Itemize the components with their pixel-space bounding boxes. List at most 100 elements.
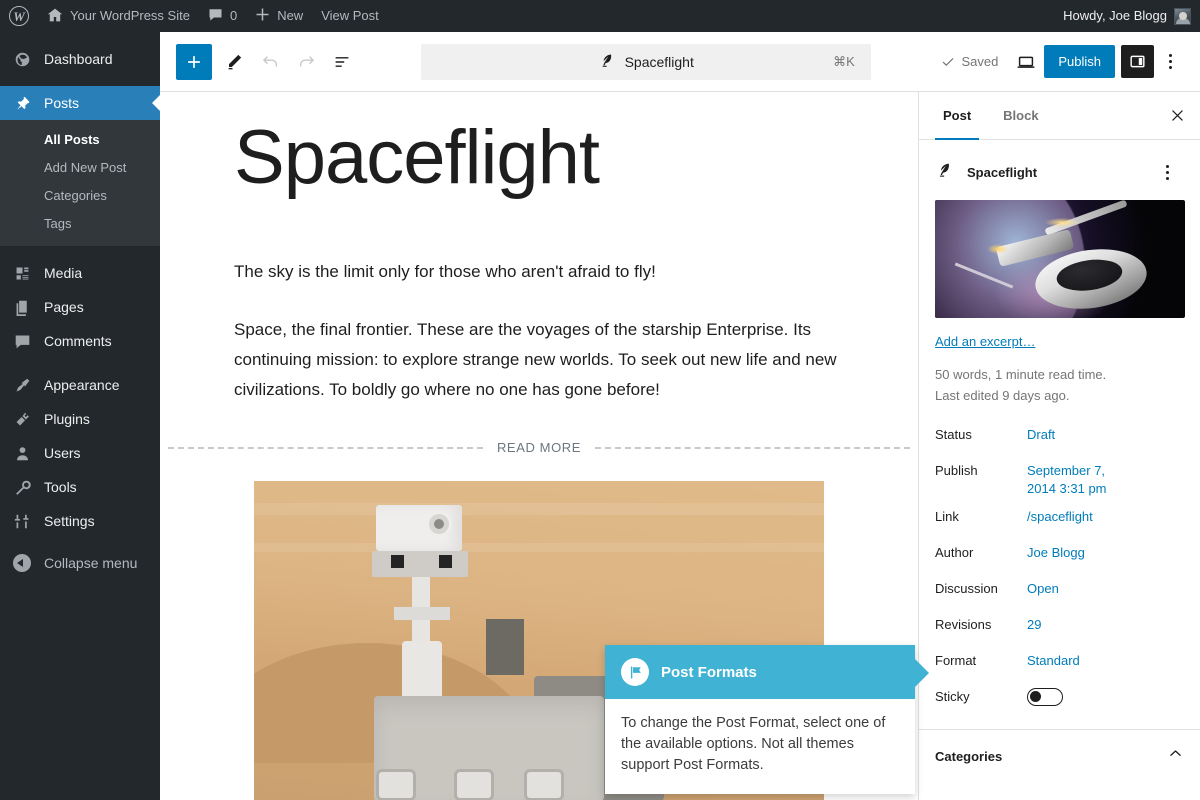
- settings-sidebar-toggle-button[interactable]: [1120, 45, 1154, 78]
- command-center-button[interactable]: Spaceflight ⌘K: [420, 43, 871, 80]
- plus-icon: [255, 7, 270, 25]
- categories-panel-header[interactable]: Categories: [919, 728, 1200, 783]
- redo-button[interactable]: [288, 44, 324, 80]
- admin-bar: W Your WordPress Site 0 New View Post Ho…: [0, 0, 1200, 32]
- close-icon: [1171, 110, 1183, 121]
- sidebar-item-label: Tools: [44, 479, 77, 495]
- undo-arrow-icon: [262, 56, 277, 67]
- sidebar-item-pages[interactable]: Pages: [0, 290, 160, 324]
- undo-button[interactable]: [252, 44, 288, 80]
- meta-label: Revisions: [935, 616, 992, 632]
- tab-block[interactable]: Block: [987, 92, 1054, 139]
- sidebar-item-appearance[interactable]: Appearance: [0, 368, 160, 402]
- sticky-toggle[interactable]: [1027, 687, 1063, 706]
- account-menu[interactable]: Howdy, Joe Blogg: [1054, 0, 1200, 32]
- sidebar-item-media[interactable]: Media: [0, 256, 160, 290]
- paragraph-block-1[interactable]: The sky is the limit only for those who …: [234, 257, 844, 287]
- rover-wheel: [454, 769, 494, 800]
- pages-icon: [12, 299, 32, 316]
- submenu-item-all-posts[interactable]: All Posts: [0, 126, 160, 154]
- admin-sidebar-menu: Dashboard Posts All Posts Add New Post C…: [0, 32, 160, 800]
- sky-band: [254, 543, 824, 553]
- kebab-menu-icon: [1169, 66, 1173, 69]
- post-format-button[interactable]: Standard: [1027, 652, 1184, 670]
- post-stats: 50 words, 1 minute read time. Last edite…: [935, 365, 1184, 407]
- author-button[interactable]: Joe Blogg: [1027, 544, 1184, 562]
- submenu-item-add-new-post[interactable]: Add New Post: [0, 154, 160, 182]
- close-sidebar-button[interactable]: [1154, 92, 1200, 139]
- preview-button[interactable]: [1008, 44, 1044, 80]
- meta-row-discussion: Discussion Open: [935, 575, 1184, 611]
- wordpress-feather-icon: [935, 161, 953, 184]
- ship-engine-glow: [987, 244, 1009, 254]
- revisions-button[interactable]: 29: [1027, 616, 1184, 634]
- add-block-button[interactable]: [176, 43, 212, 80]
- sidebar-item-tools[interactable]: Tools: [0, 470, 160, 504]
- view-post-button[interactable]: View Post: [312, 0, 388, 32]
- avatar: [1174, 7, 1191, 25]
- publish-date-button[interactable]: September 7, 2014 3:31 pm: [1027, 462, 1123, 498]
- wordpress-logo-button[interactable]: W: [0, 0, 38, 32]
- new-label: New: [277, 8, 304, 23]
- site-name-button[interactable]: Your WordPress Site: [38, 0, 199, 32]
- more-block-label: READ MORE: [496, 440, 582, 456]
- meta-row-sticky: Sticky: [935, 683, 1184, 719]
- sidebar-item-users[interactable]: Users: [0, 436, 160, 470]
- sidebar-item-label: Settings: [44, 513, 95, 529]
- command-center-shortcut: ⌘K: [833, 53, 855, 69]
- sidebar-item-settings[interactable]: Settings: [0, 504, 160, 538]
- add-excerpt-link[interactable]: Add an excerpt…: [935, 334, 1035, 349]
- editor-options-button[interactable]: [1154, 44, 1188, 80]
- post-title-input[interactable]: Spaceflight: [234, 114, 844, 201]
- status-value-button[interactable]: Draft: [1027, 426, 1184, 444]
- saved-status[interactable]: Saved: [931, 54, 1008, 69]
- sidebar-item-label: Media: [44, 265, 83, 281]
- sidebar-panel-icon: [1130, 55, 1145, 68]
- document-overview-button[interactable]: [324, 44, 360, 80]
- rover-collar: [394, 607, 450, 621]
- more-block[interactable]: READ MORE: [168, 440, 911, 456]
- collapse-menu-button[interactable]: Collapse menu: [0, 546, 160, 580]
- sidebar-item-label: Posts: [44, 95, 80, 111]
- tab-post[interactable]: Post: [927, 92, 987, 140]
- featured-image[interactable]: [935, 200, 1185, 318]
- meta-row-format: Format Standard: [935, 647, 1184, 683]
- post-summary-row: Spaceflight: [935, 148, 1184, 196]
- sidebar-item-posts[interactable]: Posts: [0, 86, 160, 120]
- check-icon: [943, 57, 954, 66]
- sidebar-item-dashboard[interactable]: Dashboard: [0, 42, 160, 76]
- rover-plate: [486, 619, 524, 676]
- sidebar-item-plugins[interactable]: Plugins: [0, 402, 160, 436]
- submenu-item-tags[interactable]: Tags: [0, 210, 160, 238]
- more-rule-right: [595, 446, 911, 449]
- document-overview-icon: [335, 56, 349, 67]
- tools-edit-button[interactable]: [216, 44, 252, 80]
- site-name-label: Your WordPress Site: [70, 8, 190, 23]
- post-actions-button[interactable]: [1150, 154, 1184, 190]
- permalink-button[interactable]: /spaceflight: [1027, 508, 1184, 526]
- paragraph-block-2[interactable]: Space, the final frontier. These are the…: [234, 315, 844, 404]
- ship-engine-glow: [1045, 218, 1079, 227]
- settings-sidebar: Post Block Spaceflight Add an excerpt… 5…: [918, 92, 1200, 800]
- discussion-button[interactable]: Open: [1027, 580, 1184, 598]
- submenu-item-categories[interactable]: Categories: [0, 182, 160, 210]
- post-meta-table: Status Draft Publish September 7, 2014 3…: [935, 421, 1184, 719]
- wordpress-logo-icon: W: [9, 6, 29, 26]
- more-rule-left: [168, 446, 483, 449]
- collapse-arrow-icon: [12, 554, 32, 572]
- command-center-value: Spaceflight: [624, 53, 694, 70]
- new-content-button[interactable]: New: [246, 0, 312, 32]
- editor-header-toolbar: Spaceflight ⌘K Saved Publish: [160, 32, 1200, 92]
- meta-row-author: Author Joe Blogg: [935, 539, 1184, 575]
- sidebar-item-comments[interactable]: Comments: [0, 324, 160, 358]
- settings-sliders-icon: [12, 513, 32, 530]
- current-menu-arrow-icon: [152, 95, 160, 111]
- pointer-tooltip: Post Formats To change the Post Format, …: [605, 645, 929, 795]
- kebab-menu-icon: [1169, 54, 1173, 57]
- plugins-plug-icon: [12, 411, 32, 428]
- comment-bubble-icon: [208, 7, 223, 25]
- meta-row-link: Link /spaceflight: [935, 503, 1184, 539]
- meta-row-publish: Publish September 7, 2014 3:31 pm: [935, 457, 1184, 503]
- comments-button[interactable]: 0: [199, 0, 246, 32]
- publish-button[interactable]: Publish: [1044, 45, 1115, 78]
